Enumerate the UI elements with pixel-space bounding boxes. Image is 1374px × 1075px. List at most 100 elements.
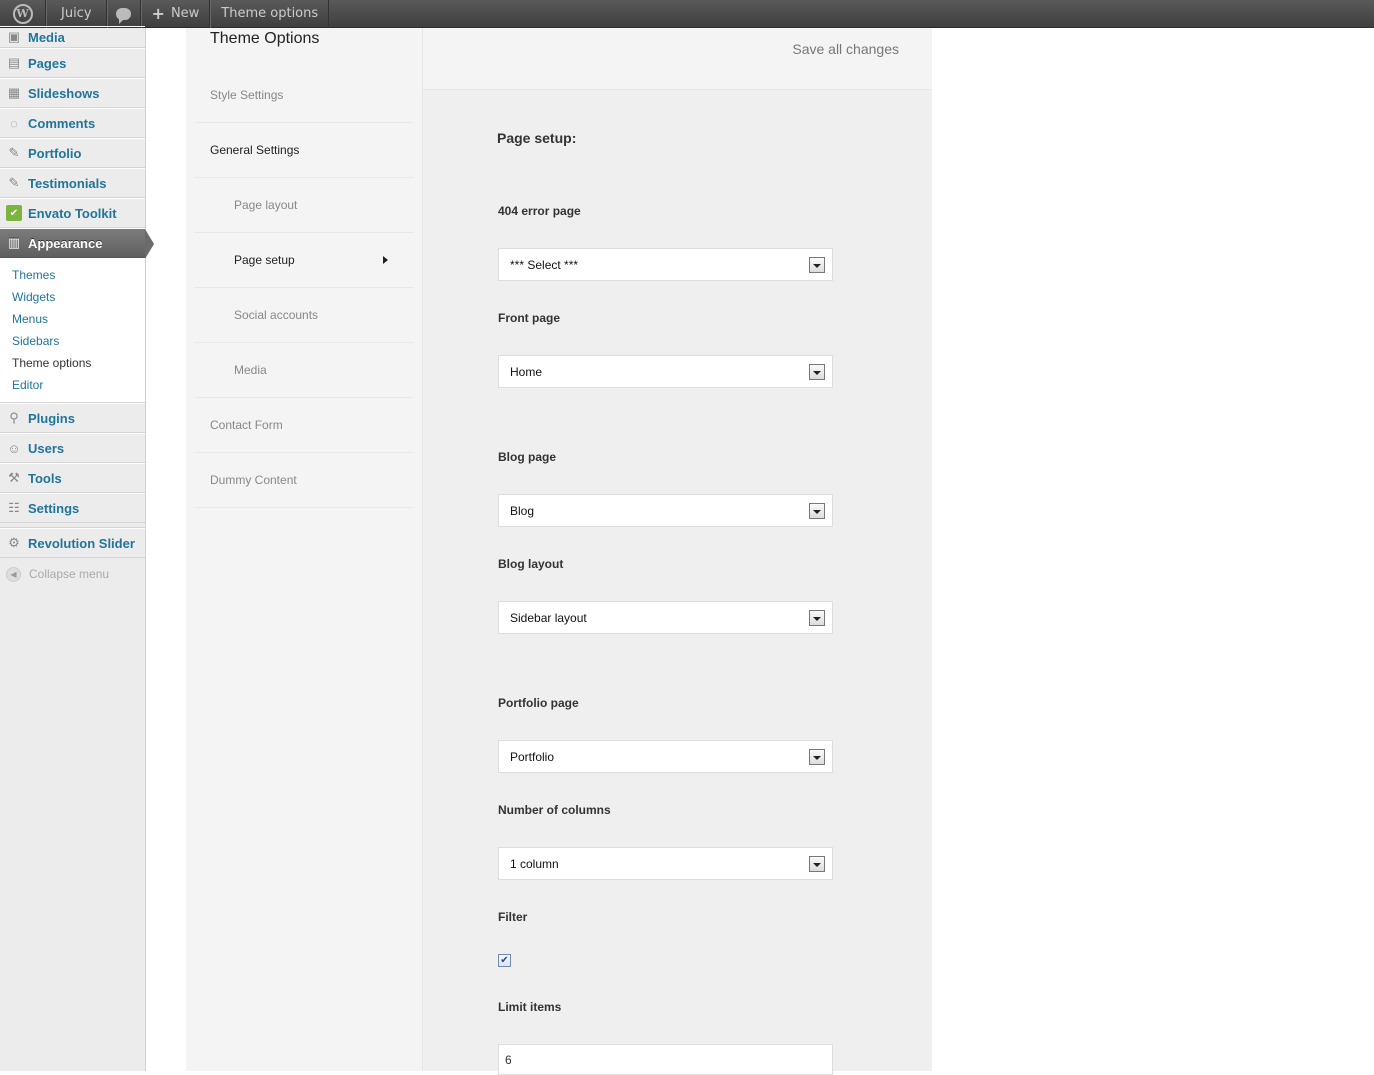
- pin-icon: ✎: [8, 145, 20, 160]
- menu-item-media[interactable]: ▣ Media: [0, 26, 145, 48]
- menu-item-testimonials[interactable]: ✎ Testimonials: [0, 168, 145, 198]
- menu-item-slideshows[interactable]: ▦ Slideshows: [0, 78, 145, 108]
- wordpress-logo-icon[interactable]: W: [0, 0, 46, 28]
- tab-media[interactable]: Media: [194, 343, 414, 398]
- menu-item-revolution-slider[interactable]: ⚙ Revolution Slider: [0, 528, 145, 558]
- dropdown-arrow-icon: [809, 364, 825, 380]
- limit-items-input[interactable]: 6: [498, 1044, 833, 1075]
- blog-page-label: Blog page: [498, 450, 557, 464]
- menu-item-label: Appearance: [28, 235, 103, 251]
- caret-right-icon: [383, 256, 388, 264]
- menu-item-pages[interactable]: ▤ Pages: [0, 48, 145, 78]
- collapse-arrow-icon: ◀: [6, 566, 21, 582]
- slideshows-icon: ▦: [7, 85, 21, 100]
- limit-items-label: Limit items: [498, 1000, 562, 1014]
- portfolio-page-select[interactable]: Portfolio: [498, 740, 833, 773]
- collapse-menu-label: Collapse menu: [29, 567, 110, 581]
- theme-options-panel: Theme Options Style Settings General Set…: [186, 28, 932, 1075]
- tab-page-layout[interactable]: Page layout: [194, 178, 414, 233]
- menu-item-label: Media: [28, 29, 65, 45]
- dropdown-arrow-icon: [809, 610, 825, 626]
- menu-item-appearance[interactable]: ▥ Appearance: [0, 228, 154, 259]
- appearance-icon: ▥: [7, 235, 21, 250]
- options-tab-sidebar: Theme Options Style Settings General Set…: [186, 28, 423, 1071]
- theme-options-link[interactable]: Theme options: [210, 0, 330, 28]
- pages-icon: ▤: [7, 55, 21, 70]
- menu-item-label: Pages: [28, 55, 67, 71]
- filter-checkbox[interactable]: ✔: [498, 954, 511, 967]
- plugins-icon: ⚲: [9, 410, 19, 425]
- menu-item-label: Envato Toolkit: [28, 205, 117, 221]
- front-page-label: Front page: [498, 311, 560, 325]
- collapse-menu-button[interactable]: ◀ Collapse menu: [0, 558, 145, 590]
- tab-style-settings[interactable]: Style Settings: [194, 68, 414, 123]
- menu-item-label: Comments: [28, 115, 96, 131]
- admin-sidebar-menu: ▣ Media ▤ Pages ▦ Slideshows ◌ Comments …: [0, 26, 154, 1071]
- menu-item-label: Users: [28, 440, 65, 456]
- comments-bubble-icon[interactable]: [106, 0, 141, 28]
- menu-item-label: Testimonials: [28, 175, 107, 191]
- submenu-item-sidebars[interactable]: Sidebars: [0, 330, 145, 352]
- tab-social-accounts[interactable]: Social accounts: [194, 288, 414, 343]
- columns-label: Number of columns: [498, 803, 611, 817]
- section-title: Page setup:: [497, 130, 577, 146]
- portfolio-page-label: Portfolio page: [498, 696, 579, 710]
- menu-item-portfolio[interactable]: ✎ Portfolio: [0, 138, 145, 168]
- tools-icon: ⚒: [8, 470, 20, 485]
- select-value: 1 column: [510, 856, 559, 871]
- menu-item-label: Settings: [28, 500, 80, 516]
- menu-item-comments[interactable]: ◌ Comments: [0, 108, 145, 138]
- page-setup-form: Page setup: 404 error page *** Select **…: [423, 90, 932, 1075]
- menu-item-label: Revolution Slider: [28, 535, 135, 551]
- select-value: Home: [510, 364, 543, 379]
- front-page-select[interactable]: Home: [498, 355, 833, 388]
- save-all-changes-button[interactable]: Save all changes: [792, 41, 899, 57]
- columns-select[interactable]: 1 column: [498, 847, 833, 880]
- submenu-item-theme-options[interactable]: Theme options: [0, 352, 145, 374]
- filter-label: Filter: [498, 910, 528, 924]
- settings-icon: ☷: [8, 500, 20, 515]
- users-icon: ☺: [7, 440, 21, 456]
- select-value: *** Select ***: [510, 257, 579, 272]
- checkmark-icon: ✔: [500, 954, 509, 966]
- menu-item-label: Tools: [28, 470, 62, 486]
- tab-page-setup[interactable]: Page setup: [194, 233, 414, 288]
- site-name-link[interactable]: Juicy: [46, 0, 107, 28]
- dropdown-arrow-icon: [809, 503, 825, 519]
- media-icon: ▣: [7, 29, 21, 44]
- menu-item-users[interactable]: ☺ Users: [0, 433, 145, 463]
- admin-bar: W Juicy + New Theme options: [0, 0, 1374, 28]
- new-content-button[interactable]: + New: [140, 0, 211, 28]
- select-value: Sidebar layout: [510, 610, 587, 625]
- gear-icon: ⚙: [8, 535, 20, 550]
- menu-item-label: Portfolio: [28, 145, 82, 161]
- page-title: Theme Options: [210, 30, 320, 47]
- menu-item-label: Slideshows: [28, 85, 100, 101]
- select-value: Portfolio: [510, 749, 555, 764]
- tab-dummy-content[interactable]: Dummy Content: [194, 453, 414, 508]
- tab-general-settings[interactable]: General Settings: [194, 123, 414, 178]
- tab-label: Page setup: [234, 253, 295, 267]
- dropdown-arrow-icon: [809, 749, 825, 765]
- submenu-item-themes[interactable]: Themes: [0, 264, 145, 286]
- menu-item-plugins[interactable]: ⚲ Plugins: [0, 403, 145, 433]
- blog-layout-label: Blog layout: [498, 557, 564, 571]
- error-page-select[interactable]: *** Select ***: [498, 248, 833, 281]
- blog-page-select[interactable]: Blog: [498, 494, 833, 527]
- blog-layout-select[interactable]: Sidebar layout: [498, 601, 833, 634]
- new-label: New: [170, 6, 200, 21]
- dropdown-arrow-icon: [809, 257, 825, 273]
- submenu-item-menus[interactable]: Menus: [0, 308, 145, 330]
- options-tab-list: Style Settings General Settings Page lay…: [194, 68, 414, 508]
- menu-item-settings[interactable]: ☷ Settings: [0, 493, 145, 523]
- tab-contact-form[interactable]: Contact Form: [194, 398, 414, 453]
- options-header: Save all changes: [423, 28, 932, 90]
- submenu-item-editor[interactable]: Editor: [0, 374, 145, 396]
- menu-item-label: Plugins: [28, 410, 75, 426]
- menu-item-envato-toolkit[interactable]: ✔ Envato Toolkit: [0, 198, 145, 228]
- error-page-label: 404 error page: [498, 204, 581, 218]
- appearance-submenu: Themes Widgets Menus Sidebars Theme opti…: [0, 258, 145, 403]
- submenu-item-widgets[interactable]: Widgets: [0, 286, 145, 308]
- menu-item-tools[interactable]: ⚒ Tools: [0, 463, 145, 493]
- dropdown-arrow-icon: [809, 856, 825, 872]
